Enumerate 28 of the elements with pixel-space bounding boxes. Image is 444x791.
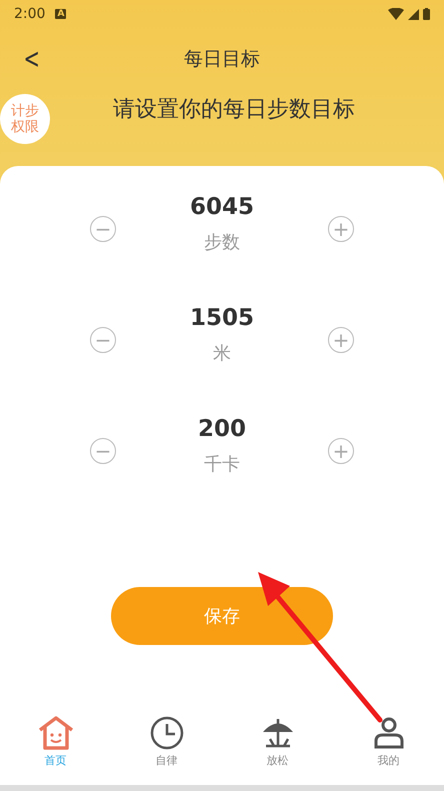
clock-icon: [148, 715, 184, 751]
subtitle: 请设置你的每日步数目标: [112, 96, 355, 124]
signal-icon: [408, 8, 419, 20]
back-button[interactable]: <: [20, 42, 43, 75]
save-button[interactable]: 保存: [111, 587, 333, 645]
home-icon: [36, 715, 74, 751]
decrease-button[interactable]: −: [90, 216, 116, 242]
tab-item[interactable]: 我的: [333, 715, 444, 779]
increase-button[interactable]: +: [328, 438, 354, 464]
decrease-button[interactable]: −: [90, 327, 116, 353]
increase-button[interactable]: +: [328, 216, 354, 242]
goal-value: 1505: [190, 305, 254, 331]
goal-value: 6045: [190, 194, 254, 220]
battery-icon: [423, 8, 430, 20]
permission-badge[interactable]: 计步 权限: [0, 94, 50, 144]
tab-item[interactable]: 自律: [111, 715, 222, 779]
goal-value: 200: [198, 416, 246, 442]
goal-unit: 步数: [204, 231, 240, 254]
increase-button[interactable]: +: [328, 327, 354, 353]
notification-badge: A: [55, 9, 66, 19]
decrease-button[interactable]: −: [90, 438, 116, 464]
page-title: 每日目标: [184, 47, 260, 72]
goal-unit: 米: [212, 342, 231, 365]
goal-unit: 千卡: [204, 453, 240, 476]
status-time: 2:00: [14, 6, 46, 22]
tab-item[interactable]: 放松: [222, 715, 333, 779]
tab-item[interactable]: 首页: [0, 715, 111, 779]
wifi-icon: [388, 8, 404, 20]
